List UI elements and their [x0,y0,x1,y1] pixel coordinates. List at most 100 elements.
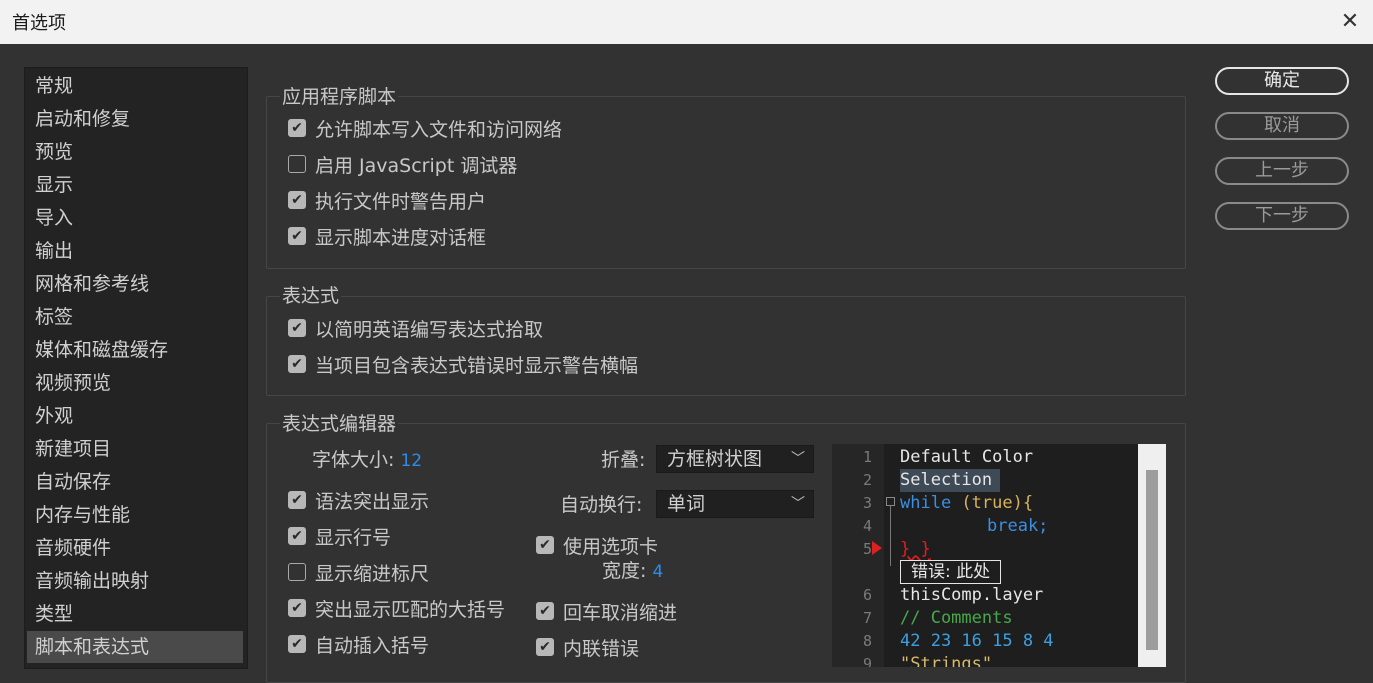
checkbox-label: 自动插入括号 [315,634,430,657]
close-icon[interactable]: ✕ [1336,8,1364,36]
enable-js-debugger-checkbox[interactable]: 启用 JavaScript 调试器 [288,151,517,177]
line-number: 5 [862,540,872,558]
checkbox-label: 允许脚本写入文件和访问网络 [315,118,563,141]
font-size-setting: 字体大小: 12 [312,447,422,474]
checkbox-label: 显示脚本进度对话框 [315,226,487,249]
checkbox-label: 语法突出显示 [315,490,430,513]
next-button[interactable]: 下一步 [1215,202,1349,230]
sidebar-item-video-preview[interactable]: 视频预览 [27,367,243,399]
sidebar-item-type[interactable]: 类型 [27,598,243,630]
code-line-while: while (true){ [900,492,1033,515]
sidebar-item-audio-output-mapping[interactable]: 音频输出映射 [27,565,243,597]
warning-banner-checkbox[interactable]: ✔ 当项目包含表达式错误时显示警告横幅 [288,351,638,377]
sidebar-item-media-cache[interactable]: 媒体和磁盘缓存 [27,334,243,366]
code-line-error: } } [900,539,931,559]
enter-unindent-checkbox[interactable]: ✔ 回车取消缩进 [536,598,677,624]
checkbox-unchecked-icon [288,155,306,173]
category-sidebar: 常规 启动和修复 预览 显示 导入 输出 网格和参考线 标签 媒体和磁盘缓存 视… [24,67,248,669]
code-line-thiscomp: thisComp.layer [900,585,1044,605]
auto-insert-brackets-checkbox[interactable]: ✔ 自动插入括号 [288,631,429,657]
checkbox-checked-icon: ✔ [536,536,554,554]
allow-scripts-write-checkbox[interactable]: ✔ 允许脚本写入文件和访问网络 [288,115,562,141]
line-number: 1 [862,448,872,466]
sidebar-item-memory-performance[interactable]: 内存与性能 [27,499,243,531]
show-progress-dialog-checkbox[interactable]: ✔ 显示脚本进度对话框 [288,223,486,249]
checkbox-label: 内联错误 [563,637,640,660]
tab-width-label: 宽度: [602,560,647,582]
word-wrap-select[interactable]: 单词 ﹀ [656,490,814,518]
line-number: 6 [862,586,872,604]
sidebar-item-scripting-expressions[interactable]: 脚本和表达式 [27,631,243,663]
sidebar-item-auto-save[interactable]: 自动保存 [27,466,243,498]
show-indent-guides-checkbox[interactable]: 显示缩进标尺 [288,559,429,585]
previous-button[interactable]: 上一步 [1215,157,1349,185]
chevron-down-icon: ﹀ [791,451,805,467]
use-tabs-checkbox[interactable]: ✔ 使用选项卡 [536,532,658,558]
expressions-group [266,296,1186,396]
checkbox-checked-icon: ✔ [288,227,306,245]
checkbox-label: 突出显示匹配的大括号 [315,598,506,621]
sidebar-item-audio-hardware[interactable]: 音频硬件 [27,532,243,564]
checkbox-checked-icon: ✔ [288,527,306,545]
line-number: 3 [862,494,872,512]
sidebar-item-output[interactable]: 输出 [27,235,243,267]
sidebar-item-grids-guides[interactable]: 网格和参考线 [27,268,243,300]
sidebar-item-labels[interactable]: 标签 [27,301,243,333]
font-size-value[interactable]: 12 [400,451,422,471]
cancel-button[interactable]: 取消 [1215,112,1349,140]
expressions-group-title: 表达式 [280,285,342,307]
chevron-down-icon: ﹀ [791,496,805,512]
line-number: 9 [862,655,872,667]
warn-user-checkbox[interactable]: ✔ 执行文件时警告用户 [288,187,486,213]
fold-style-select[interactable]: 方框树状图 ﹀ [656,445,814,473]
sidebar-item-previews[interactable]: 预览 [27,136,243,168]
checkbox-checked-icon: ✔ [288,355,306,373]
code-line-comment: // Comments [900,608,1013,628]
inline-errors-checkbox[interactable]: ✔ 内联错误 [536,634,639,660]
checkbox-checked-icon: ✔ [536,638,554,656]
tab-width-setting: 宽度: 4 [602,558,663,585]
keyword-token: while [900,493,952,513]
sidebar-item-display[interactable]: 显示 [27,169,243,201]
checkbox-label: 启用 JavaScript 调试器 [315,154,518,177]
code-line-selection: Selection [900,469,1001,492]
syntax-highlighting-checkbox[interactable]: ✔ 语法突出显示 [288,487,429,513]
tab-width-value[interactable]: 4 [652,562,663,582]
expression-editor-group-title: 表达式编辑器 [280,413,399,435]
sidebar-item-new-project[interactable]: 新建项目 [27,433,243,465]
inline-error-tooltip: 错误: 此处 [900,560,1002,584]
error-arrow-icon [872,541,882,555]
checkbox-checked-icon: ✔ [288,491,306,509]
sidebar-item-startup-repair[interactable]: 启动和修复 [27,103,243,135]
code-line-default: Default Color [900,447,1034,467]
paren-token: (true){ [951,493,1034,513]
preview-scrollbar-thumb[interactable] [1146,470,1158,650]
checkbox-label: 执行文件时警告用户 [315,190,487,213]
code-line-numbers: 42 23 16 15 8 4 [900,631,1054,651]
sidebar-item-appearance[interactable]: 外观 [27,400,243,432]
line-number: 4 [862,517,872,535]
show-line-numbers-checkbox[interactable]: ✔ 显示行号 [288,523,391,549]
ok-button[interactable]: 确定 [1215,67,1349,95]
sidebar-item-general[interactable]: 常规 [27,70,243,102]
line-number: 8 [862,632,872,650]
window-title: 首选项 [12,13,66,34]
highlight-matching-brackets-checkbox[interactable]: ✔ 突出显示匹配的大括号 [288,595,505,621]
word-wrap-value: 单词 [667,493,706,515]
checkbox-checked-icon: ✔ [288,635,306,653]
checkbox-label: 当项目包含表达式错误时显示警告横幅 [315,354,639,377]
title-bar: 首选项 ✕ [0,0,1373,44]
font-size-label: 字体大小: [312,449,395,471]
checkbox-label: 显示缩进标尺 [315,562,430,585]
line-number: 7 [862,609,872,627]
fold-box-icon[interactable] [886,497,895,506]
sidebar-item-import[interactable]: 导入 [27,202,243,234]
checkbox-label: 使用选项卡 [563,535,659,558]
checkbox-checked-icon: ✔ [288,191,306,209]
checkbox-label: 回车取消缩进 [563,601,678,624]
code-line-strings: "Strings" [900,654,993,667]
checkbox-checked-icon: ✔ [288,599,306,617]
plain-english-pickwhip-checkbox[interactable]: ✔ 以简明英语编写表达式拾取 [288,315,543,341]
checkbox-label: 显示行号 [315,526,392,549]
line-number: 2 [862,471,872,489]
